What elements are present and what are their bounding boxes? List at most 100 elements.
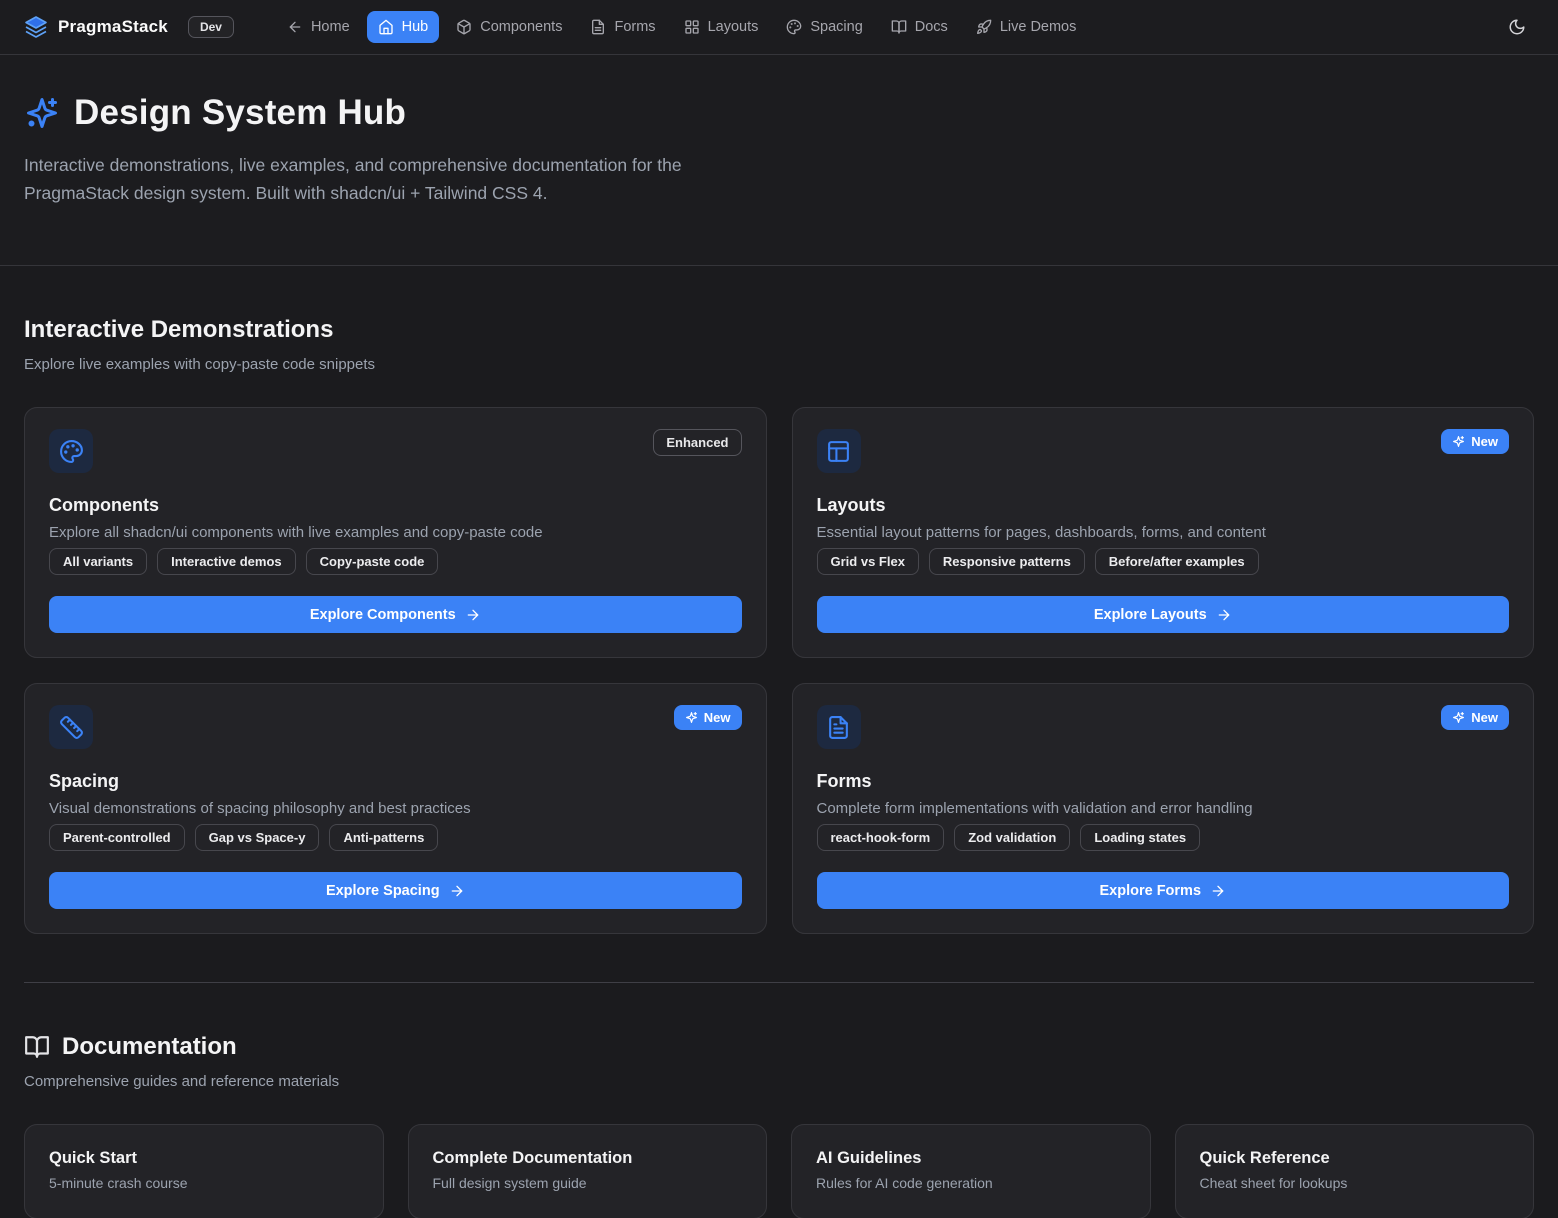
sparkles-icon — [1452, 711, 1465, 724]
brand[interactable]: PragmaStack Dev — [24, 15, 234, 39]
doc-card-subtitle: Full design system guide — [433, 1175, 743, 1191]
box-icon — [456, 19, 472, 35]
new-badge: New — [1441, 705, 1509, 730]
button-label: Explore Components — [310, 607, 456, 623]
doc-card-subtitle: 5-minute crash course — [49, 1175, 359, 1191]
tag: Parent-controlled — [49, 824, 185, 851]
arrow-right-icon — [1210, 883, 1226, 899]
nav-item-label: Live Demos — [1000, 19, 1077, 35]
demo-card-forms: New Forms Complete form implementations … — [792, 683, 1535, 934]
palette-icon — [49, 429, 93, 473]
doc-card-quick-reference[interactable]: Quick Reference Cheat sheet for lookups — [1175, 1124, 1535, 1218]
doc-card-quick-start[interactable]: Quick Start 5-minute crash course — [24, 1124, 384, 1218]
card-description: Essential layout patterns for pages, das… — [817, 524, 1510, 541]
explore-forms-button[interactable]: Explore Forms — [817, 872, 1510, 909]
badge-label: New — [1471, 710, 1498, 725]
navbar: PragmaStack Dev Home Hub Components Form… — [0, 0, 1558, 55]
arrow-left-icon — [287, 19, 303, 35]
tag-row: Grid vs Flex Responsive patterns Before/… — [817, 548, 1510, 575]
explore-layouts-button[interactable]: Explore Layouts — [817, 596, 1510, 633]
page-description: Interactive demonstrations, live example… — [24, 151, 769, 207]
doc-card-title: AI Guidelines — [816, 1149, 1126, 1168]
card-description: Explore all shadcn/ui components with li… — [49, 524, 742, 541]
home-icon — [378, 19, 394, 35]
nav-item-label: Layouts — [708, 19, 759, 35]
tag-row: Parent-controlled Gap vs Space-y Anti-pa… — [49, 824, 742, 851]
nav-item-components[interactable]: Components — [445, 11, 573, 43]
tag: Interactive demos — [157, 548, 296, 575]
card-title: Layouts — [817, 495, 1510, 516]
demo-card-spacing: New Spacing Visual demonstrations of spa… — [24, 683, 767, 934]
tag-row: All variants Interactive demos Copy-past… — [49, 548, 742, 575]
dev-badge: Dev — [188, 16, 234, 38]
nav-item-spacing[interactable]: Spacing — [775, 11, 873, 43]
status-badge: Enhanced — [653, 429, 741, 456]
book-open-icon — [891, 19, 907, 35]
section-divider — [24, 982, 1534, 983]
nav-item-home[interactable]: Home — [276, 11, 361, 43]
page-title: Design System Hub — [74, 93, 406, 133]
tag: react-hook-form — [817, 824, 945, 851]
demos-section-subtitle: Explore live examples with copy-paste co… — [24, 356, 1534, 373]
layout-icon — [817, 429, 861, 473]
file-text-icon — [817, 705, 861, 749]
tag: Loading states — [1080, 824, 1200, 851]
tag: Grid vs Flex — [817, 548, 919, 575]
hero-section: Design System Hub Interactive demonstrat… — [0, 55, 1558, 266]
tag: Responsive patterns — [929, 548, 1085, 575]
arrow-right-icon — [449, 883, 465, 899]
nav-item-live-demos[interactable]: Live Demos — [965, 11, 1088, 43]
nav-item-label: Forms — [614, 19, 655, 35]
theme-toggle-button[interactable] — [1500, 10, 1534, 44]
file-text-icon — [590, 19, 606, 35]
nav-item-label: Spacing — [810, 19, 862, 35]
layout-grid-icon — [684, 19, 700, 35]
tag: Before/after examples — [1095, 548, 1259, 575]
demos-section: Interactive Demonstrations Explore live … — [24, 316, 1534, 934]
ruler-icon — [49, 705, 93, 749]
doc-card-complete-documentation[interactable]: Complete Documentation Full design syste… — [408, 1124, 768, 1218]
arrow-right-icon — [1216, 607, 1232, 623]
arrow-right-icon — [465, 607, 481, 623]
palette-icon — [786, 19, 802, 35]
nav-item-layouts[interactable]: Layouts — [673, 11, 770, 43]
explore-spacing-button[interactable]: Explore Spacing — [49, 872, 742, 909]
nav-item-label: Components — [480, 19, 562, 35]
documentation-section-subtitle: Comprehensive guides and reference mater… — [24, 1073, 1534, 1090]
doc-card-title: Complete Documentation — [433, 1149, 743, 1168]
demo-card-grid: Enhanced Components Explore all shadcn/u… — [24, 407, 1534, 934]
demos-section-title: Interactive Demonstrations — [24, 316, 1534, 344]
documentation-section: Documentation Comprehensive guides and r… — [24, 1033, 1534, 1218]
documentation-section-title: Documentation — [62, 1033, 237, 1061]
button-label: Explore Layouts — [1094, 607, 1207, 623]
nav-item-label: Home — [311, 19, 350, 35]
nav-item-label: Docs — [915, 19, 948, 35]
sparkles-icon — [1452, 435, 1465, 448]
new-badge: New — [1441, 429, 1509, 454]
doc-card-title: Quick Start — [49, 1149, 359, 1168]
card-description: Complete form implementations with valid… — [817, 800, 1510, 817]
nav-item-hub[interactable]: Hub — [367, 11, 440, 43]
rocket-icon — [976, 19, 992, 35]
nav-item-docs[interactable]: Docs — [880, 11, 959, 43]
nav-items: Home Hub Components Forms Layouts Spacin… — [276, 11, 1087, 43]
badge-label: New — [1471, 434, 1498, 449]
doc-card-subtitle: Rules for AI code generation — [816, 1175, 1126, 1191]
explore-components-button[interactable]: Explore Components — [49, 596, 742, 633]
nav-item-forms[interactable]: Forms — [579, 11, 666, 43]
brand-name: PragmaStack — [58, 17, 168, 37]
tag-row: react-hook-form Zod validation Loading s… — [817, 824, 1510, 851]
tag: Anti-patterns — [329, 824, 438, 851]
doc-card-grid: Quick Start 5-minute crash course Comple… — [24, 1124, 1534, 1218]
doc-card-ai-guidelines[interactable]: AI Guidelines Rules for AI code generati… — [791, 1124, 1151, 1218]
book-open-icon — [24, 1034, 50, 1060]
new-badge: New — [674, 705, 742, 730]
main-content: Interactive Demonstrations Explore live … — [0, 316, 1558, 1218]
nav-item-label: Hub — [402, 19, 429, 35]
card-title: Spacing — [49, 771, 742, 792]
sparkles-icon — [24, 95, 60, 131]
demo-card-components: Enhanced Components Explore all shadcn/u… — [24, 407, 767, 658]
tag: All variants — [49, 548, 147, 575]
sparkles-icon — [685, 711, 698, 724]
tag: Zod validation — [954, 824, 1070, 851]
